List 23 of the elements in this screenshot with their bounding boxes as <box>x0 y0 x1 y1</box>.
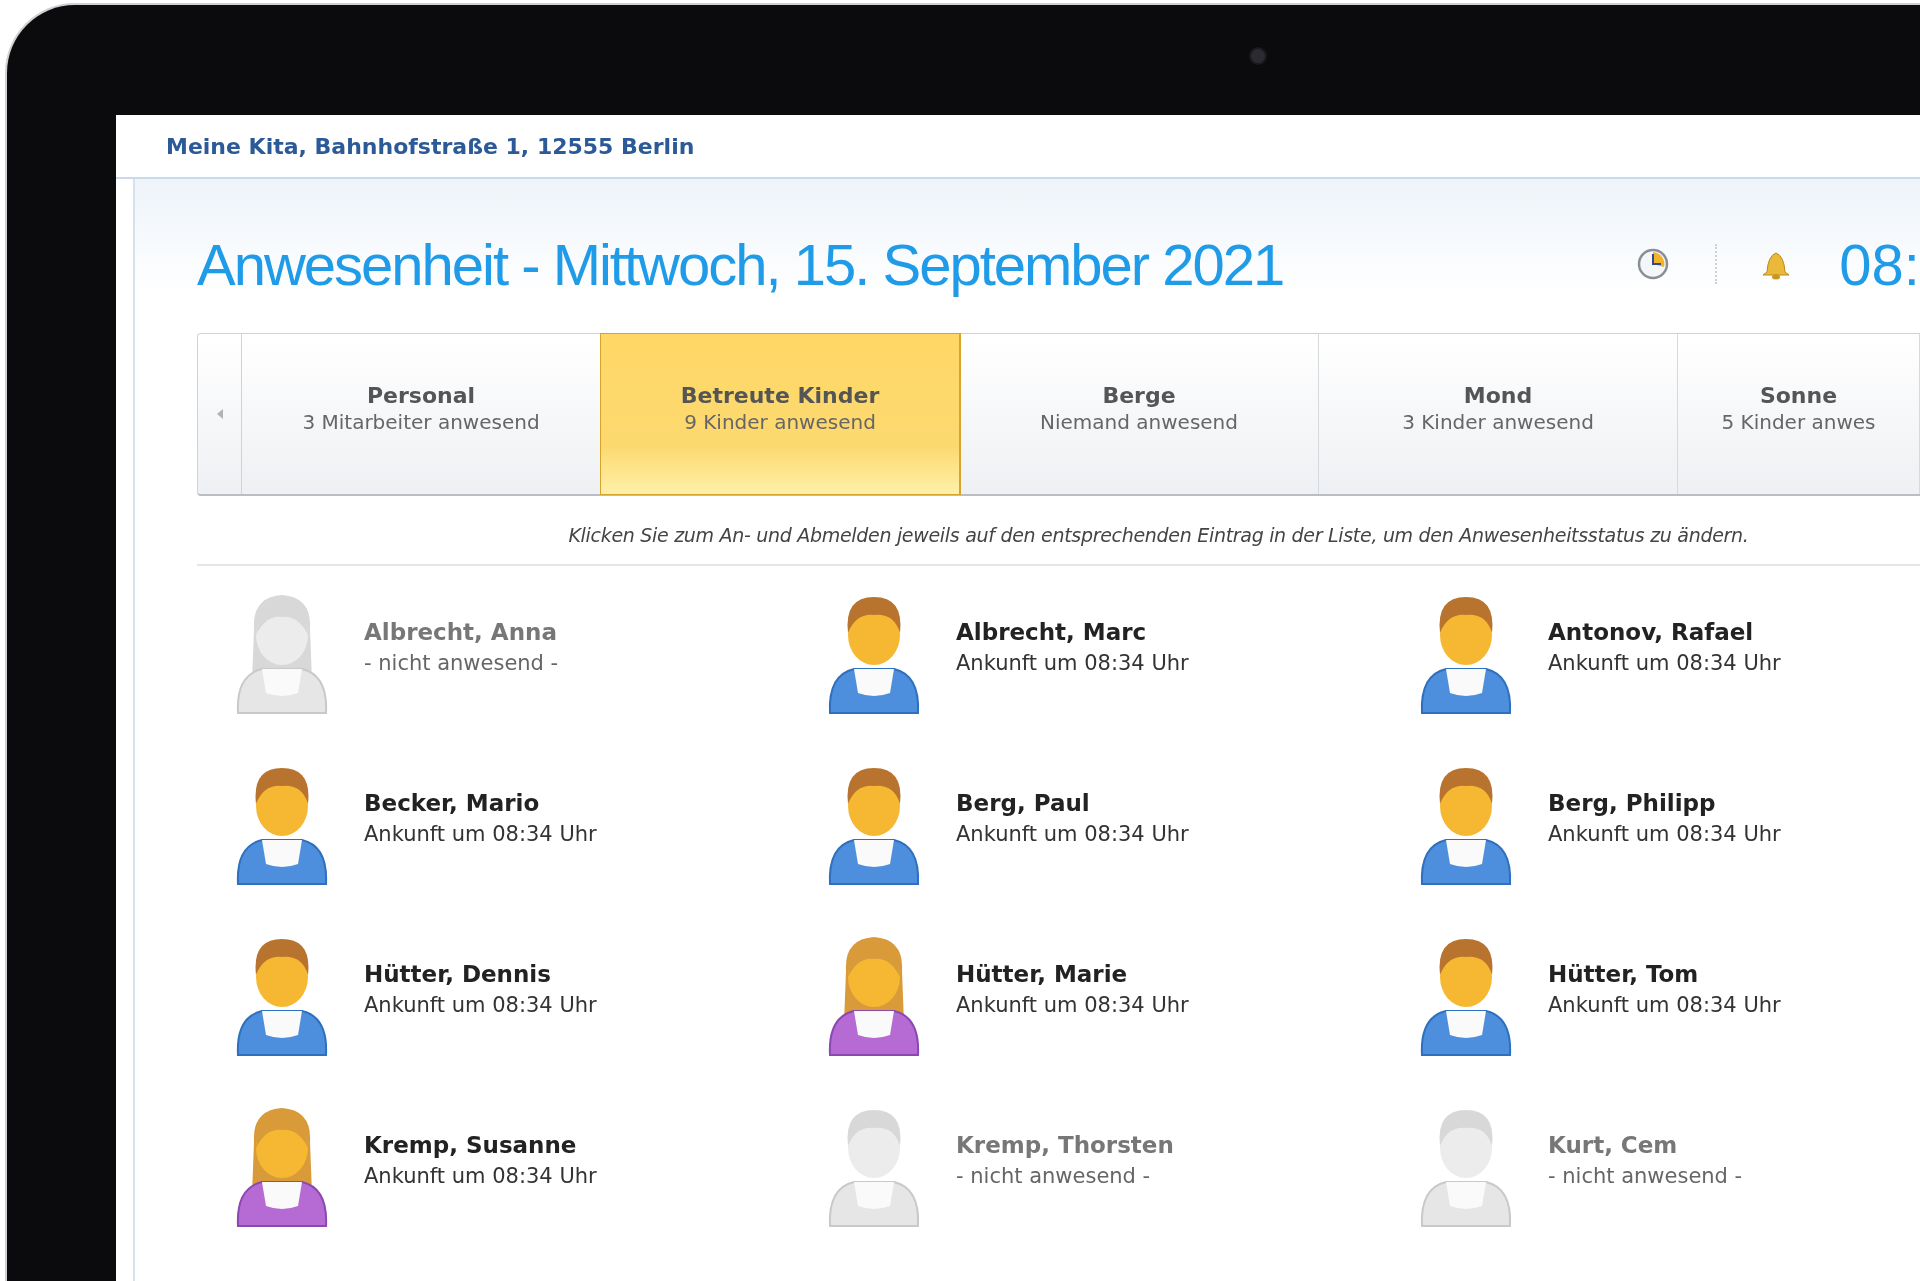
group-tab[interactable]: Betreute Kinder 9 Kinder anwesend <box>601 334 960 494</box>
camera-dot <box>1249 47 1267 65</box>
child-entry[interactable]: Becker, Mario Ankunft um 08:34 Uhr <box>232 759 824 889</box>
child-entry[interactable]: Antonov, Rafael Ankunft um 08:34 Uhr <box>1416 588 1920 718</box>
page-title: Anwesenheit - Mittwoch, 15. September 2021 <box>197 230 1285 298</box>
group-tab[interactable]: Sonne 5 Kinder anwes <box>1678 334 1920 494</box>
clock-time: 08: <box>1839 230 1920 298</box>
hint-text: Klicken Sie zum An- und Abmelden jeweils auf den entsprechenden Eintrag in der Liste, um den Anwesenheitsstatus zu ändern. <box>197 496 1920 566</box>
child-entry[interactable]: Hütter, Tom Ankunft um 08:34 Uhr <box>1416 930 1920 1060</box>
child-entry[interactable]: Hütter, Dennis Ankunft um 08:34 Uhr <box>232 930 824 1060</box>
child-entry[interactable]: Berg, Philipp Ankunft um 08:34 Uhr <box>1416 759 1920 889</box>
child-entry[interactable]: Kremp, Thorsten - nicht anwesend - <box>824 1101 1416 1231</box>
group-tab[interactable]: Berge Niemand anwesend <box>960 334 1319 494</box>
child-entry[interactable]: Kremp, Susanne Ankunft um 08:34 Uhr <box>232 1101 824 1231</box>
child-entry[interactable]: Berg, Paul Ankunft um 08:34 Uhr <box>824 759 1416 889</box>
child-entry[interactable]: Albrecht, Marc Ankunft um 08:34 Uhr <box>824 588 1416 718</box>
child-entry[interactable]: Hütter, Marie Ankunft um 08:34 Uhr <box>824 930 1416 1060</box>
child-entry[interactable]: Kurt, Cem - nicht anwesend - <box>1416 1101 1920 1231</box>
child-entry[interactable]: Albrecht, Anna - nicht anwesend - <box>232 588 824 718</box>
group-tab[interactable]: Mond 3 Kinder anwesend <box>1319 334 1678 494</box>
caret-left-icon <box>215 408 224 420</box>
clock-icon[interactable] <box>1637 248 1670 280</box>
header-title: Meine Kita, Bahnhofstraße 1, 12555 Berlin <box>166 133 695 159</box>
